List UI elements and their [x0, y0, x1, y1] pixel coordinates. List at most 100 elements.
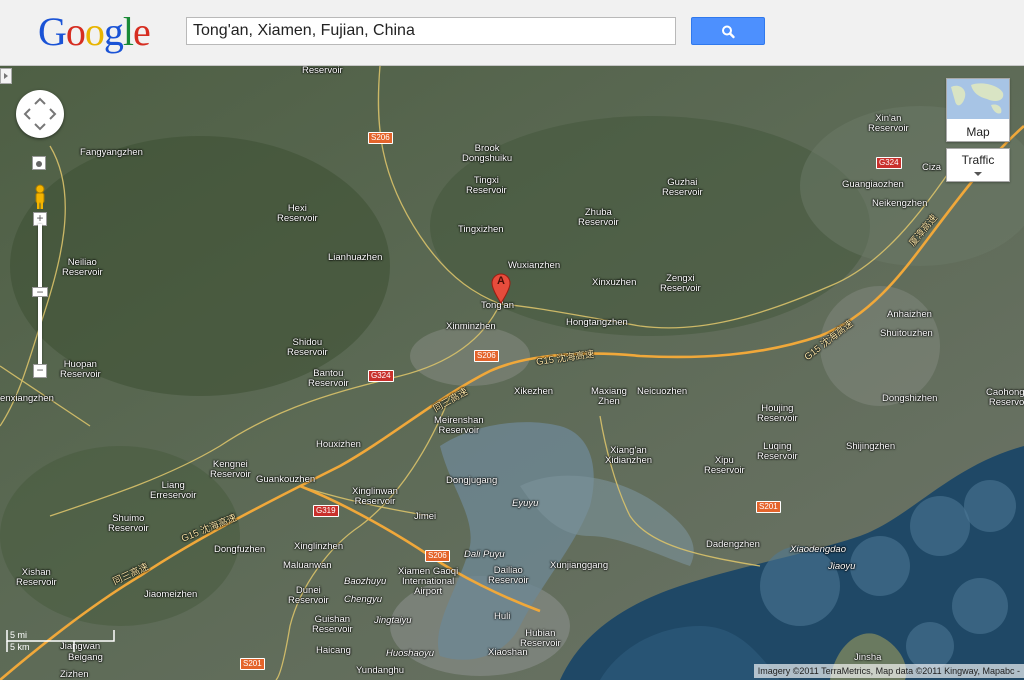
label-text: Reservoir	[662, 187, 703, 198]
place-label: CaohongtaReservoir	[986, 388, 1024, 408]
label-text: Dongshuiku	[462, 153, 513, 164]
place-label: Wuxianzhen	[508, 260, 561, 271]
place-label: Xiaoshan	[488, 647, 528, 658]
place-label: Beigang	[68, 652, 103, 663]
place-label: Jiaomeizhen	[144, 589, 198, 600]
street-view-pegman[interactable]	[30, 184, 50, 210]
label-text: Reservoir	[660, 283, 701, 294]
place-label: Dailiao Reservoir	[488, 566, 529, 586]
pegman-icon	[35, 184, 45, 209]
label-text: Reservoir	[312, 624, 353, 635]
copyright-text: Imagery ©2011 TerraMetrics, Map data ©20…	[753, 664, 1024, 678]
road-shield: S206	[474, 350, 499, 362]
logo-letter: g	[103, 9, 124, 54]
place-label: Kengnei Reservoir	[210, 460, 251, 480]
search-button[interactable]	[691, 17, 765, 45]
traffic-label: Traffic	[961, 153, 995, 167]
label-text: Reservoir	[16, 577, 57, 588]
scale-miles: 5 mi	[10, 630, 28, 640]
place-label: Huopan Reservoir	[60, 360, 101, 380]
logo-letter: G	[38, 9, 67, 54]
place-label: Dongjugang	[446, 475, 498, 486]
place-label: Maluanwan	[283, 560, 332, 571]
label-text: Reservoir	[277, 213, 318, 224]
road-shield: S201	[240, 658, 265, 670]
traffic-button[interactable]: Traffic	[946, 148, 1010, 182]
zoom-slider-handle[interactable]: −	[32, 286, 48, 298]
label-text: Airport	[414, 586, 443, 597]
place-label: Anhaizhen	[887, 309, 932, 320]
place-label: enxiangzhen	[0, 393, 54, 404]
search-input[interactable]: Tong'an, Xiamen, Fujian, China	[186, 17, 676, 45]
place-label: Guangiaozhen	[842, 179, 904, 190]
map-type-button[interactable]: Map	[946, 78, 1010, 142]
water-label: Dali Puyu	[464, 549, 505, 560]
place-label: Ciza	[922, 162, 942, 173]
place-label: Guzhai Reservoir	[662, 178, 703, 198]
logo-letter: o	[65, 9, 86, 54]
water-label: Eyuyu	[512, 498, 539, 509]
label-text: Reservoir	[108, 523, 149, 534]
scale-km: 5 km	[10, 642, 30, 652]
place-label: Xinglinzhen	[294, 541, 344, 552]
search-icon	[722, 25, 735, 39]
water-label: Chengyu	[344, 594, 383, 605]
logo-letter: l	[122, 9, 134, 54]
place-label: Shuimo Reservoir	[108, 514, 149, 534]
place-label: Dadengzhen	[706, 539, 760, 550]
label-text: Reservoir	[704, 465, 745, 476]
reset-view-button[interactable]	[32, 156, 46, 170]
collapse-panel-button[interactable]	[0, 68, 12, 84]
water-label: Baozhuyu	[344, 576, 387, 587]
place-label: Shijingzhen	[846, 441, 896, 452]
place-label: Dunei Reservoir	[288, 586, 329, 606]
road-shield: S206	[368, 132, 393, 144]
place-label: Shidou Reservoir	[287, 338, 328, 358]
label-text: Reservoir	[988, 397, 1024, 408]
map-thumbnail-icon	[947, 79, 1009, 119]
place-label: Xinglinwan Reservoir	[352, 487, 398, 507]
place-label: Lianhuazhen	[328, 252, 383, 263]
place-label: Jimei	[414, 511, 437, 522]
place-label: Reservoir	[302, 66, 343, 76]
label-text: Reservoir	[868, 123, 909, 134]
map-canvas[interactable]: Fangyangzhen Hexi Reservoir Reservoir Bro…	[0, 66, 1024, 680]
road-shield: G319	[313, 505, 339, 517]
place-label: Xunjianggang	[550, 560, 609, 571]
place-label: Dongfuzhen	[214, 544, 266, 555]
label-text: Xidianzhen	[605, 455, 653, 466]
label-text: Zhen	[598, 396, 620, 407]
pan-control[interactable]	[16, 90, 64, 138]
location-marker[interactable]: A	[490, 272, 512, 304]
chevron-down-icon	[974, 172, 982, 176]
label-text: Reservoir	[287, 347, 328, 358]
arrows-icon	[23, 97, 57, 131]
zoom-out-button[interactable]: −	[33, 364, 47, 378]
dot-icon	[36, 161, 42, 167]
water-label: Jingtaiyu	[374, 615, 412, 626]
place-label: Hexi Reservoir	[277, 204, 318, 224]
label-text: Reservoir	[288, 595, 329, 606]
place-label: Neikengzhen	[872, 198, 928, 209]
place-label: Jinsha	[854, 652, 882, 663]
place-label: Fangyangzhen	[80, 147, 143, 158]
google-logo[interactable]: Google	[38, 9, 151, 54]
label-text: Reservoir	[757, 451, 798, 462]
header-bar: Google Tong'an, Xiamen, Fujian, China	[0, 0, 1024, 66]
label-text: Reservoir	[578, 217, 619, 228]
place-label: Zizhen	[60, 669, 89, 680]
label-text: Reservoir	[466, 185, 507, 196]
place-label: Guankouzhen	[256, 474, 316, 485]
place-label: Houjing Reservoir	[757, 404, 798, 424]
label-text: Reservoir	[438, 425, 480, 436]
logo-letter: o	[84, 9, 105, 54]
label-text: Reservoir	[757, 413, 798, 424]
marker-letter: A	[497, 275, 505, 287]
label-text: Reservoir	[60, 369, 101, 380]
place-label: Xin'an Reservoir	[868, 114, 909, 134]
place-label: Xiamen Gaoqi International Airport	[398, 567, 458, 597]
water-label: Huoshaoyu	[386, 648, 435, 659]
place-label: Neicuozhen	[637, 386, 688, 397]
place-label: Huli	[494, 611, 511, 622]
place-label: Maxiang Zhen	[591, 387, 627, 407]
